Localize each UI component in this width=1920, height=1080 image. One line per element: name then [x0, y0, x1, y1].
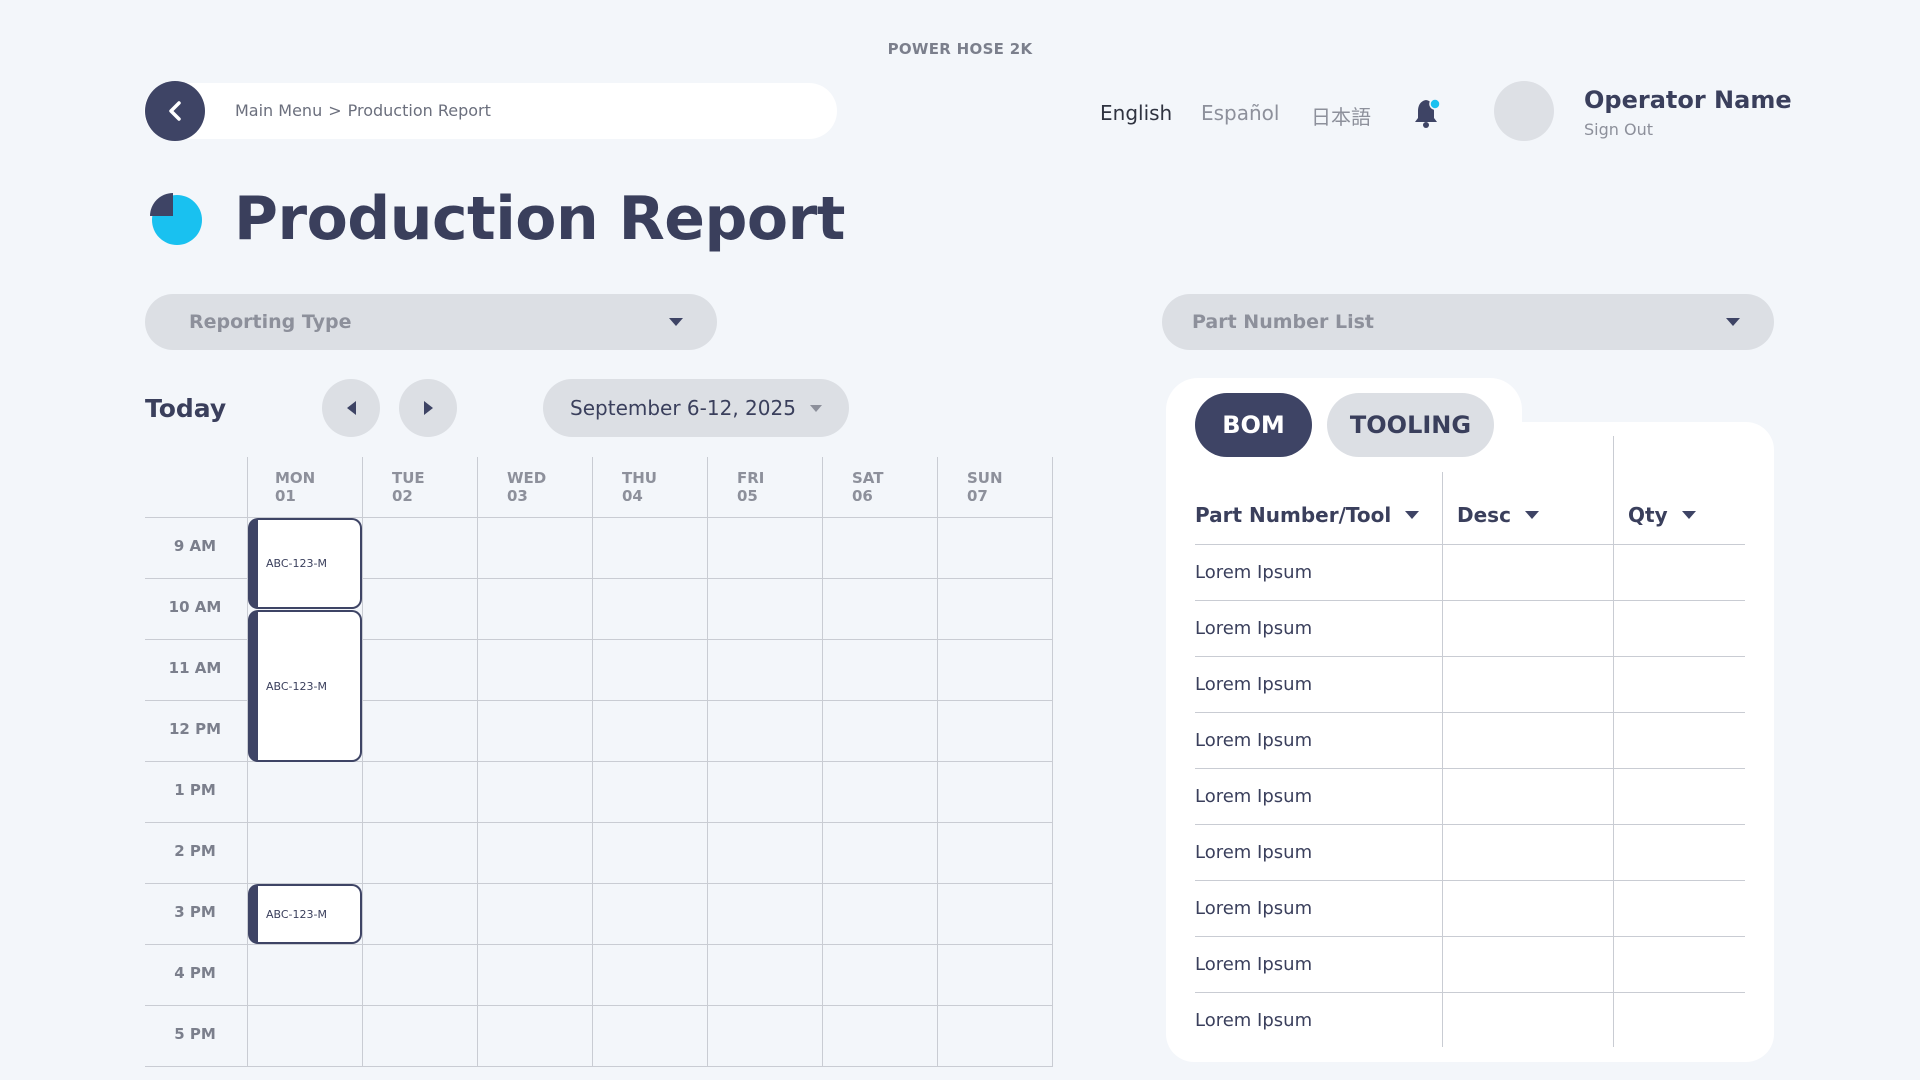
table-row[interactable]: Lorem Ipsum	[1195, 786, 1312, 807]
part-number-list-dropdown[interactable]: Part Number List	[1162, 294, 1774, 350]
operator-name: Operator Name	[1584, 86, 1792, 114]
breadcrumb: Main Menu > Production Report	[235, 101, 491, 120]
sort-caret-icon	[1681, 511, 1696, 519]
language-espanol[interactable]: Español	[1201, 101, 1279, 125]
today-button[interactable]: Today	[145, 394, 226, 423]
column-header-label: Qty	[1628, 503, 1668, 527]
time-label: 12 PM	[168, 720, 222, 738]
table-row[interactable]: Lorem Ipsum	[1195, 618, 1312, 639]
caret-down-icon	[669, 318, 683, 326]
reporting-type-dropdown[interactable]: Reporting Type	[145, 294, 717, 350]
notification-bell-icon[interactable]	[1413, 97, 1443, 131]
calendar-event[interactable]: ABC-123-M	[248, 610, 362, 762]
time-label: 1 PM	[174, 781, 216, 799]
language-english[interactable]: English	[1100, 101, 1172, 125]
table-row[interactable]: Lorem Ipsum	[1195, 730, 1312, 751]
table-row[interactable]: Lorem Ipsum	[1195, 562, 1312, 583]
caret-right-icon	[423, 401, 433, 415]
breadcrumb-current: Production Report	[347, 101, 491, 120]
day-header-sat: SAT 06	[852, 469, 884, 505]
table-row[interactable]: Lorem Ipsum	[1195, 674, 1312, 695]
column-header-part-number[interactable]: Part Number/Tool	[1195, 503, 1420, 527]
time-label: 11 AM	[168, 659, 222, 677]
part-number-list-label: Part Number List	[1192, 311, 1375, 333]
day-header-thu: THU 04	[622, 469, 657, 505]
time-label: 3 PM	[174, 903, 216, 921]
previous-week-button[interactable]	[322, 379, 380, 437]
reporting-type-label: Reporting Type	[189, 311, 352, 333]
app-name: POWER HOSE 2K	[887, 40, 1033, 58]
column-header-label: Part Number/Tool	[1195, 503, 1392, 527]
table-row[interactable]: Lorem Ipsum	[1195, 1010, 1312, 1031]
column-divider	[1613, 436, 1614, 1047]
time-label: 5 PM	[174, 1025, 216, 1043]
breadcrumb-main-menu[interactable]: Main Menu	[235, 101, 322, 120]
time-label: 9 AM	[173, 537, 217, 555]
sort-caret-icon	[1405, 511, 1420, 519]
table-row[interactable]: Lorem Ipsum	[1195, 898, 1312, 919]
time-label: 4 PM	[174, 964, 216, 982]
table-row[interactable]: Lorem Ipsum	[1195, 842, 1312, 863]
time-label: 2 PM	[174, 842, 216, 860]
date-range-selector[interactable]: September 6-12, 2025	[543, 379, 849, 437]
date-range-text: September 6-12, 2025	[570, 396, 796, 420]
calendar-event[interactable]: ABC-123-M	[248, 884, 362, 944]
avatar[interactable]	[1494, 81, 1554, 141]
day-header-fri: FRI 05	[737, 469, 765, 505]
column-header-label: Desc	[1457, 503, 1511, 527]
week-calendar: MON 01 TUE 02 WED 03 THU 04 FRI 05 SAT 06 SUN 0…	[145, 457, 1053, 1067]
tab-bom[interactable]: BOM	[1195, 393, 1312, 457]
chevron-left-icon	[169, 101, 181, 121]
table-row[interactable]: Lorem Ipsum	[1195, 954, 1312, 975]
column-header-desc[interactable]: Desc	[1457, 503, 1539, 527]
day-header-tue: TUE 02	[392, 469, 425, 505]
language-japanese[interactable]: 日本語	[1311, 101, 1371, 130]
tab-tooling[interactable]: TOOLING	[1327, 393, 1494, 457]
caret-down-icon	[809, 404, 822, 412]
day-header-mon: MON 01	[275, 469, 316, 505]
sign-out-link[interactable]: Sign Out	[1584, 120, 1653, 139]
page-title: Production Report	[234, 184, 845, 254]
next-week-button[interactable]	[399, 379, 457, 437]
sort-caret-icon	[1524, 511, 1539, 519]
caret-down-icon	[1726, 318, 1740, 326]
day-header-wed: WED 03	[507, 469, 547, 505]
calendar-event[interactable]: ABC-123-M	[248, 518, 362, 609]
caret-left-icon	[346, 401, 356, 415]
breadcrumb-separator: >	[328, 101, 342, 120]
day-header-sun: SUN 07	[967, 469, 1003, 505]
back-button[interactable]	[145, 81, 205, 141]
column-header-qty[interactable]: Qty	[1628, 503, 1696, 527]
time-label: 10 AM	[168, 598, 222, 616]
column-divider	[1442, 472, 1443, 1047]
pie-chart-icon	[147, 190, 203, 246]
